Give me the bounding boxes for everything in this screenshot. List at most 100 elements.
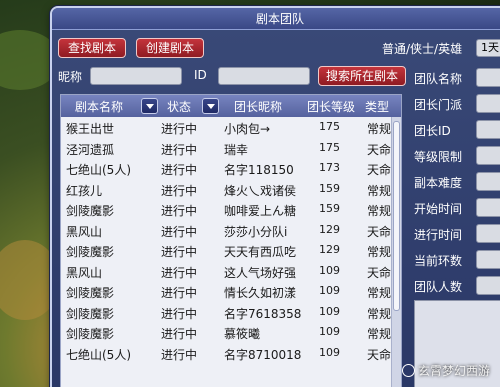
cell-type: 天命: [367, 224, 392, 239]
cell-leader: 名字8710018: [224, 347, 302, 362]
cell-name: 剑陵魔影: [66, 306, 115, 321]
field-value-box: [476, 198, 500, 217]
field-leader-sect: 团长门派: [414, 94, 500, 114]
field-label: 当前环数: [414, 254, 463, 268]
field-current-round: 当前环数: [414, 250, 500, 270]
create-script-button[interactable]: 创建剧本: [136, 38, 204, 58]
field-start-time: 开始时间: [414, 198, 500, 218]
nick-input[interactable]: [90, 67, 182, 85]
cell-type: 常规: [367, 122, 392, 136]
cell-status: 进行中: [161, 327, 198, 341]
table-row[interactable]: 剑陵魔影 进行中 天天有西瓜吃 129 常规: [61, 240, 393, 261]
field-level-limit: 等级限制: [414, 146, 500, 166]
cell-name: 猴王出世: [66, 122, 115, 136]
table-row[interactable]: 猴王出世 进行中 小肉包→ 175 常规: [61, 117, 393, 138]
field-label: 团长ID: [414, 124, 451, 138]
field-label: 进行时间: [414, 228, 463, 242]
field-value-box: [476, 146, 500, 165]
days-select[interactable]: 1天: [476, 39, 500, 57]
field-label: 等级限制: [414, 150, 463, 164]
scrollbar-thumb[interactable]: [393, 121, 400, 311]
find-script-button[interactable]: 查找剧本: [58, 38, 126, 58]
sort-name-chevron-down-icon[interactable]: [141, 98, 158, 114]
cell-level: 129: [319, 222, 340, 236]
field-elapsed-time: 进行时间: [414, 224, 500, 244]
cell-name: 黑风山: [66, 224, 103, 239]
table-row[interactable]: 剑陵魔影 进行中 咖啡爱上ん糖 159 常规: [61, 199, 393, 220]
cell-level: 175: [319, 140, 340, 154]
cell-name: 黑风山: [66, 265, 103, 280]
sort-status-chevron-down-icon[interactable]: [202, 98, 219, 114]
cell-name: 剑陵魔影: [66, 245, 115, 259]
id-input[interactable]: [218, 67, 310, 85]
script-table: 剧本名称 状态 团长昵称 团长等级 类型 猴王出世 进行中 小肉包→ 175 常规 泾河…: [60, 94, 402, 387]
table-row[interactable]: 剑陵魔影 进行中 慕筱曦 109 常规: [61, 322, 393, 343]
field-value-box: [476, 250, 500, 269]
cell-leader: 情长久如初漾: [224, 286, 297, 300]
cell-leader: 天天有西瓜吃: [224, 245, 297, 259]
table-row[interactable]: 黑风山 进行中 莎莎小分队i 129 天命: [61, 220, 393, 241]
script-team-window: 剧本团队 查找剧本 创建剧本 普通/侠士/英雄 1天 昵称 ID 搜索所在剧本 …: [50, 6, 500, 387]
cell-level: 159: [319, 202, 340, 215]
cell-status: 进行中: [161, 265, 198, 280]
table-row[interactable]: 七绝山(5人) 进行中 名字8710018 109 天命: [61, 343, 393, 364]
watermark: 玄霄梦幻西游: [401, 362, 490, 379]
cell-type: 常规: [367, 183, 392, 198]
field-value-box: [476, 94, 500, 113]
header-type: 类型: [365, 100, 390, 114]
table-row[interactable]: 剑陵魔影 进行中 名字7618358 109 常规: [61, 302, 393, 323]
cell-status: 进行中: [161, 306, 198, 321]
field-label: 副本难度: [414, 176, 463, 190]
cell-level: 109: [319, 284, 340, 297]
search-script-button[interactable]: 搜索所在剧本: [318, 66, 406, 86]
cell-name: 剑陵魔影: [66, 286, 115, 300]
cell-level: 109: [319, 304, 340, 318]
cell-status: 进行中: [161, 183, 198, 198]
table-body: 猴王出世 进行中 小肉包→ 175 常规 泾河遗孤 进行中 瑞幸 175 天命 七绝山(5人) 进…: [61, 117, 393, 363]
cell-leader: 烽火乀戏诸侯: [224, 183, 297, 198]
cell-status: 进行中: [161, 224, 198, 239]
difficulty-label: 普通/侠士/英雄: [382, 42, 463, 56]
cell-name: 红孩儿: [66, 183, 103, 198]
header-level: 团长等级: [307, 100, 356, 114]
cell-name: 剑陵魔影: [66, 327, 115, 341]
table-row[interactable]: 剑陵魔影 进行中 情长久如初漾 109 常规: [61, 281, 393, 302]
cell-level: 173: [319, 161, 340, 174]
cell-status: 进行中: [161, 286, 198, 300]
cell-type: 常规: [367, 306, 392, 321]
cell-type: 天命: [367, 163, 392, 177]
cell-level: 109: [319, 345, 340, 359]
cell-level: 109: [319, 325, 340, 338]
cell-name: 泾河遗孤: [66, 142, 115, 157]
cell-level: 159: [319, 181, 340, 195]
table-row[interactable]: 红孩儿 进行中 烽火乀戏诸侯 159 常规: [61, 179, 393, 200]
header-name: 剧本名称: [75, 100, 124, 114]
cell-leader: 瑞幸: [224, 142, 249, 157]
cell-status: 进行中: [161, 122, 198, 136]
cell-leader: 小肉包→: [224, 122, 271, 136]
field-value-box: [476, 120, 500, 139]
cell-status: 进行中: [161, 204, 198, 218]
id-label: ID: [194, 68, 207, 82]
field-difficulty: 副本难度: [414, 172, 500, 192]
field-leader-id: 团长ID: [414, 120, 500, 140]
field-label: 团队名称: [414, 72, 463, 86]
table-scrollbar[interactable]: [391, 117, 401, 387]
watermark-logo-icon: [401, 364, 415, 377]
cell-leader: 这人气场好强: [224, 265, 297, 280]
cell-type: 天命: [367, 142, 392, 157]
cell-level: 175: [319, 120, 340, 133]
table-row[interactable]: 泾河遗孤 进行中 瑞幸 175 天命: [61, 138, 393, 159]
field-label: 开始时间: [414, 202, 463, 216]
cell-level: 109: [319, 263, 340, 277]
cell-name: 七绝山(5人): [66, 347, 131, 362]
table-row[interactable]: 黑风山 进行中 这人气场好强 109 天命: [61, 261, 393, 282]
watermark-text: 玄霄梦幻西游: [417, 364, 490, 378]
cell-type: 常规: [367, 327, 392, 341]
cell-type: 常规: [367, 204, 392, 218]
cell-status: 进行中: [161, 142, 198, 157]
field-team-name: 团队名称: [414, 68, 500, 88]
table-row[interactable]: 七绝山(5人) 进行中 名字118150 173 天命: [61, 158, 393, 179]
header-status: 状态: [167, 100, 192, 114]
cell-name: 七绝山(5人): [66, 163, 131, 177]
